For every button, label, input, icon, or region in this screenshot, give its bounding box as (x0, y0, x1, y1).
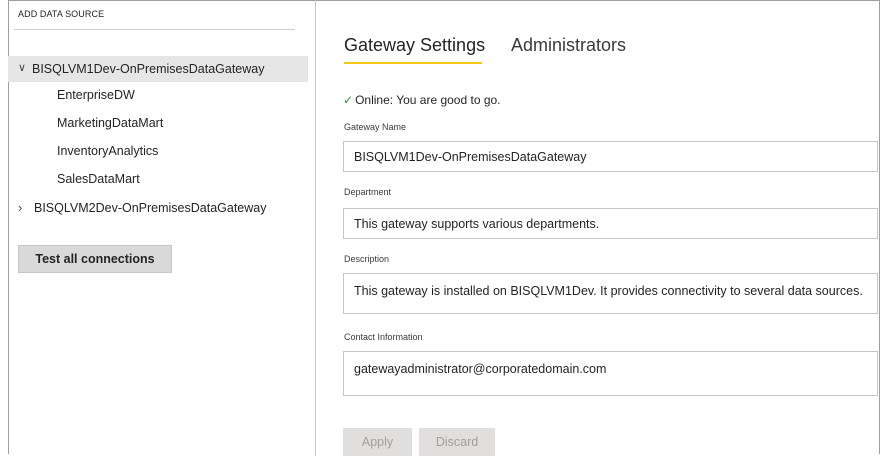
status-text: Online: You are good to go. (355, 93, 501, 107)
contact-information-field[interactable]: gatewayadministrator@corporatedomain.com (343, 351, 878, 396)
contact-information-value: gatewayadministrator@corporatedomain.com (354, 362, 607, 376)
data-source-item-inventoryanalytics[interactable]: InventoryAnalytics (57, 144, 158, 158)
description-label: Description (344, 254, 390, 264)
panel-divider (315, 0, 316, 456)
contact-information-label: Contact Information (344, 332, 423, 342)
department-value: This gateway supports various department… (354, 216, 600, 231)
add-data-source-link[interactable]: ADD DATA SOURCE (18, 9, 104, 19)
chevron-down-icon[interactable]: ∨ (18, 61, 26, 74)
chevron-right-icon[interactable]: › (18, 200, 22, 215)
apply-button[interactable]: Apply (343, 428, 412, 456)
data-source-item-marketingdatamart[interactable]: MarketingDataMart (57, 116, 163, 130)
gateway-name-label: Gateway Name (344, 122, 407, 132)
discard-button[interactable]: Discard (419, 428, 495, 456)
gateway-item-bisqlvm1[interactable]: ∨ BISQLVM1Dev-OnPremisesDataGateway (8, 56, 308, 82)
test-all-connections-button[interactable]: Test all connections (18, 245, 172, 273)
description-value: This gateway is installed on BISQLVM1Dev… (354, 284, 863, 298)
data-source-item-enterprisedw[interactable]: EnterpriseDW (57, 88, 135, 102)
department-label: Department (344, 187, 392, 197)
tab-gateway-settings[interactable]: Gateway Settings (344, 35, 485, 56)
gateway-name-field[interactable]: BISQLVM1Dev-OnPremisesDataGateway (343, 141, 878, 172)
gateway-sidebar: ADD DATA SOURCE ∨ BISQLVM1Dev-OnPremises… (8, 0, 315, 456)
check-icon: ✓ (343, 93, 354, 107)
data-source-item-salesdatamart[interactable]: SalesDataMart (57, 172, 140, 186)
active-tab-indicator (344, 62, 482, 64)
gateway-status: ✓ Online: You are good to go. (343, 93, 501, 107)
department-field[interactable]: This gateway supports various department… (343, 208, 878, 239)
gateway-name-value: BISQLVM1Dev-OnPremisesDataGateway (354, 149, 587, 164)
gateway-label: BISQLVM1Dev-OnPremisesDataGateway (32, 62, 265, 76)
description-field[interactable]: This gateway is installed on BISQLVM1Dev… (343, 273, 878, 314)
header-divider (14, 29, 295, 30)
gateway-label: BISQLVM2Dev-OnPremisesDataGateway (34, 201, 267, 215)
tab-administrators[interactable]: Administrators (511, 35, 626, 56)
gateway-item-bisqlvm2[interactable]: › BISQLVM2Dev-OnPremisesDataGateway (8, 200, 308, 220)
